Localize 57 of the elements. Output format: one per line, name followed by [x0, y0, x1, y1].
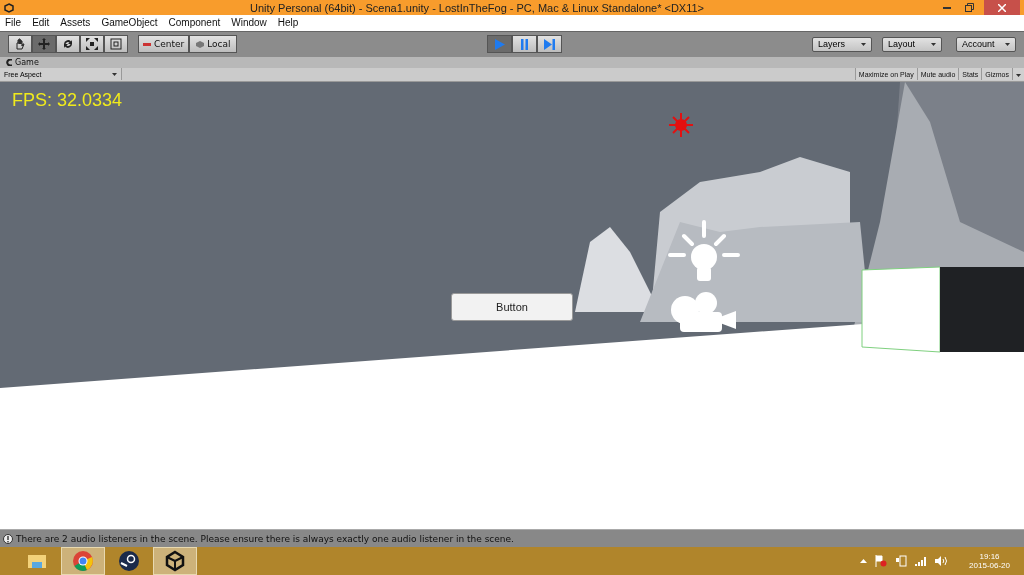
status-message: There are 2 audio listeners in the scene. Please ensure there is always exactly one audio listener in the scene. — [16, 533, 514, 544]
pivot-button[interactable]: Center — [138, 35, 190, 54]
menu-item[interactable]: Help — [277, 17, 299, 29]
close-icon — [998, 3, 1006, 12]
menu-item[interactable]: GameObject — [101, 17, 158, 29]
menu-item[interactable]: Assets — [60, 17, 91, 29]
tool-button[interactable] — [8, 35, 32, 54]
pause-icon — [519, 38, 531, 50]
dropdown[interactable]: Layout — [882, 36, 942, 52]
tool-button[interactable] — [104, 35, 128, 54]
clock-time: 19:16 — [979, 552, 1000, 561]
caret-icon — [1016, 73, 1021, 77]
menu-item[interactable]: Edit — [32, 17, 50, 29]
speaker-icon[interactable] — [935, 556, 948, 566]
tab-title[interactable]: Game — [15, 57, 39, 67]
signal-icon[interactable] — [915, 556, 928, 566]
window-title: Unity Personal (64bit) - Scena1.unity - LostInTheFog - PC, Mac & Linux Standalone* <DX11> — [248, 1, 706, 14]
game-tab-icon — [6, 58, 12, 66]
caret-icon — [931, 42, 936, 46]
move-icon — [38, 38, 50, 51]
rotate-icon — [62, 38, 74, 51]
play-icon — [494, 38, 506, 50]
flag-icon[interactable] — [875, 555, 888, 567]
clock-date: 2015-06-20 — [969, 561, 1010, 570]
app-logo-icon — [4, 2, 14, 13]
menu-item[interactable]: File — [5, 17, 22, 29]
minimize-icon — [943, 6, 951, 9]
tool-button[interactable] — [80, 35, 104, 54]
playback-button[interactable] — [537, 35, 563, 54]
scale-icon — [86, 38, 98, 51]
restore-icon — [964, 3, 974, 12]
taskbar-app[interactable] — [153, 547, 197, 575]
fps-counter: FPS: 32.0334 — [12, 89, 123, 111]
steam-icon — [118, 550, 140, 572]
pivot-button[interactable]: Local — [189, 35, 238, 54]
cube-icon — [196, 40, 205, 48]
tool-button[interactable] — [56, 35, 80, 54]
caret-icon — [861, 42, 866, 46]
tray-arrow-icon[interactable] — [860, 559, 868, 563]
caret-icon — [112, 72, 117, 76]
dropdown[interactable]: Account — [956, 36, 1016, 52]
game-button[interactable]: Button — [451, 292, 573, 321]
hand-icon — [14, 38, 26, 51]
info-icon — [3, 533, 13, 544]
battery-icon[interactable] — [895, 555, 908, 567]
maximize-button[interactable] — [962, 0, 976, 15]
close-button[interactable] — [984, 0, 1020, 15]
menu-item[interactable]: Component — [168, 17, 221, 29]
cube-logo-icon — [164, 550, 186, 572]
step-icon — [544, 38, 556, 50]
playback-button[interactable] — [512, 35, 538, 54]
dropdown[interactable]: Layers — [812, 36, 872, 52]
dropdown-button[interactable] — [1012, 68, 1024, 81]
browser-icon — [72, 550, 94, 572]
rect-tool-icon — [110, 38, 122, 51]
caret-icon — [1005, 42, 1010, 46]
menu-item[interactable]: Window — [231, 17, 267, 29]
